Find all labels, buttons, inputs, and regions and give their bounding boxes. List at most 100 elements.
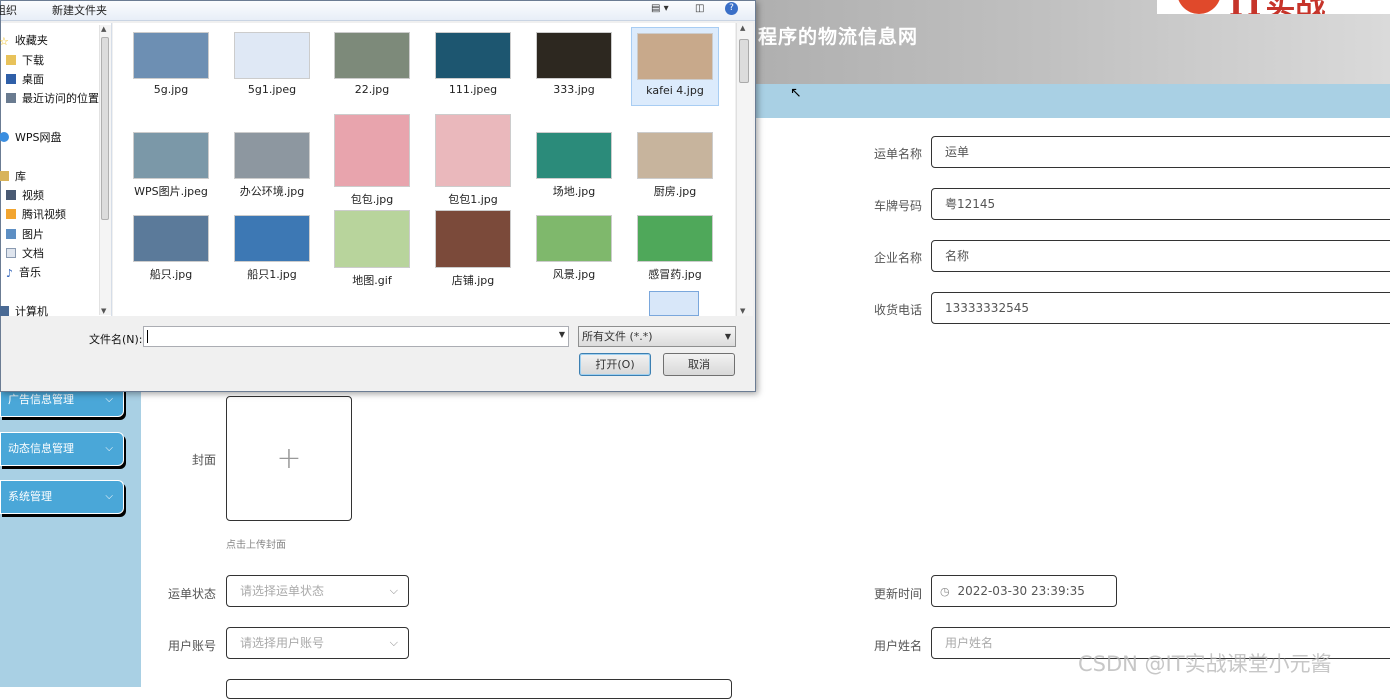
file-item[interactable]: 5g.jpg <box>127 27 215 96</box>
file-item[interactable]: 船只.jpg <box>127 210 215 282</box>
nav-computer[interactable]: 计算机 <box>0 303 48 319</box>
file-thumbnail-partial[interactable] <box>649 291 699 316</box>
open-button[interactable]: 打开(O) <box>579 353 651 376</box>
file-item[interactable]: 场地.jpg <box>530 127 618 199</box>
user-account-select[interactable]: 请选择用户账号 ⌵ <box>226 627 409 659</box>
file-item[interactable]: 5g1.jpeg <box>228 27 316 96</box>
file-item[interactable]: 22.jpg <box>328 27 416 96</box>
folder-icon <box>6 55 16 65</box>
files-scroll-thumb[interactable] <box>739 39 749 83</box>
nav-tencent-video[interactable]: 腾讯视频 <box>6 206 66 222</box>
waybill-status-placeholder: 请选择运单状态 <box>240 584 325 598</box>
file-item[interactable]: 感冒药.jpg <box>631 210 719 282</box>
scroll-up-icon[interactable]: ▲ <box>740 24 745 32</box>
nav-label: WPS网盘 <box>15 131 62 144</box>
file-item[interactable]: 包包1.jpg <box>429 109 517 207</box>
waybill-name-input[interactable]: 运单 <box>931 136 1390 168</box>
file-type-filter[interactable]: 所有文件 (*.*) ▼ <box>578 326 736 347</box>
receiver-phone-label: 收货电话 <box>873 303 922 317</box>
chevron-down-icon: ⌵ <box>389 584 398 597</box>
file-item[interactable]: 111.jpeg <box>429 27 517 96</box>
filename-label: 文件名(N): <box>89 333 143 346</box>
nav-desktop[interactable]: 桌面 <box>6 71 44 87</box>
cover-label: 封面 <box>191 453 216 467</box>
file-thumbnail <box>133 215 209 262</box>
files-scrollbar[interactable]: ▲ ▼ <box>736 23 753 316</box>
nav-music[interactable]: ♪ 音乐 <box>6 264 41 280</box>
nav-favorites[interactable]: ☆ 收藏夹 <box>0 32 48 48</box>
scroll-down-icon[interactable]: ▼ <box>101 307 106 315</box>
nav-downloads[interactable]: 下载 <box>6 52 44 68</box>
company-name-input[interactable]: 名称 <box>931 240 1390 272</box>
file-item[interactable]: 船只1.jpg <box>228 210 316 282</box>
file-item[interactable]: WPS图片.jpeg <box>127 127 215 199</box>
new-folder-button[interactable]: 新建文件夹 <box>52 2 107 18</box>
pictures-icon <box>6 229 16 239</box>
file-item-selected[interactable]: kafei 4.jpg <box>631 27 719 106</box>
file-item[interactable]: 风景.jpg <box>530 210 618 282</box>
nav-scrollbar[interactable]: ▲ ▼ <box>99 25 111 315</box>
cover-upload[interactable]: + <box>226 396 352 521</box>
cancel-button[interactable]: 取消 <box>663 353 735 376</box>
nav-wps-cloud[interactable]: WPS网盘 <box>0 129 62 145</box>
file-item[interactable]: 店铺.jpg <box>429 205 517 288</box>
file-name: 22.jpg <box>354 83 390 96</box>
file-name: kafei 4.jpg <box>646 84 704 97</box>
file-name: 场地.jpg <box>552 185 596 198</box>
scroll-down-icon[interactable]: ▼ <box>740 307 745 315</box>
file-type-value: 所有文件 (*.*) <box>582 330 653 343</box>
file-name: 船只1.jpg <box>247 268 297 281</box>
file-name: 5g1.jpeg <box>247 83 297 96</box>
file-name: 地图.gif <box>352 274 392 287</box>
file-thumbnail <box>133 32 209 79</box>
preview-pane-icon[interactable]: ◫ <box>695 3 704 14</box>
file-item[interactable]: 厨房.jpg <box>631 127 719 199</box>
nav-documents[interactable]: 文档 <box>6 245 44 261</box>
view-options-icon[interactable]: ▤ ▾ <box>651 3 669 14</box>
filename-input[interactable]: ▼ <box>143 326 569 347</box>
computer-icon <box>0 306 9 316</box>
dropdown-arrow-icon[interactable]: ▼ <box>559 330 565 339</box>
sidebar-item-system-management[interactable]: 系统管理 ⌵ <box>0 480 124 514</box>
plate-number-input[interactable]: 粤12145 <box>931 188 1390 220</box>
scroll-up-icon[interactable]: ▲ <box>101 25 106 33</box>
next-field-input[interactable] <box>226 679 732 699</box>
chevron-down-icon: ⌵ <box>389 636 398 649</box>
sidebar-item-news-management[interactable]: 动态信息管理 ⌵ <box>0 432 124 466</box>
folder-icon <box>6 209 16 219</box>
nav-label: 库 <box>15 170 26 183</box>
file-name: 5g.jpg <box>153 83 189 96</box>
file-item[interactable]: 办公环境.jpg <box>228 127 316 199</box>
nav-video[interactable]: 视频 <box>6 187 44 203</box>
file-thumbnail <box>435 114 511 187</box>
file-item[interactable]: 地图.gif <box>328 205 416 288</box>
nav-library[interactable]: 库 <box>0 168 26 184</box>
nav-label: 文档 <box>22 247 44 260</box>
nav-label: 最近访问的位置 <box>22 92 99 105</box>
file-thumbnail <box>536 215 612 262</box>
music-icon: ♪ <box>6 267 14 280</box>
file-name: WPS图片.jpeg <box>134 185 208 198</box>
file-item[interactable]: 包包.jpg <box>328 109 416 207</box>
file-name: 风景.jpg <box>552 268 596 281</box>
organize-button[interactable]: 组织 <box>0 2 17 18</box>
nav-recent[interactable]: 最近访问的位置 <box>6 90 99 106</box>
update-time-value: 2022-03-30 23:39:35 <box>957 584 1085 598</box>
video-icon <box>6 190 16 200</box>
library-icon <box>0 171 9 181</box>
nav-scroll-thumb[interactable] <box>101 37 109 220</box>
waybill-name-label: 运单名称 <box>873 147 922 161</box>
file-name: 333.jpg <box>553 83 595 96</box>
watermark: CSDN @IT实战课堂小元酱 <box>1078 652 1332 676</box>
nav-label: 腾讯视频 <box>22 208 66 221</box>
receiver-phone-input[interactable]: 13333332545 <box>931 292 1390 324</box>
nav-label: 图片 <box>22 228 44 241</box>
file-item[interactable]: 333.jpg <box>530 27 618 96</box>
waybill-status-select[interactable]: 请选择运单状态 ⌵ <box>226 575 409 607</box>
file-open-dialog: 组织 新建文件夹 ▤ ▾ ◫ ? ☆ 收藏夹 下载 桌面 最近访问的位置 WPS网… <box>0 0 802 392</box>
nav-pictures[interactable]: 图片 <box>6 226 44 242</box>
nav-label: 收藏夹 <box>14 34 48 47</box>
file-name: 感冒药.jpg <box>648 268 702 281</box>
help-icon[interactable]: ? <box>725 2 738 15</box>
update-time-picker[interactable]: ◷ 2022-03-30 23:39:35 <box>931 575 1117 607</box>
